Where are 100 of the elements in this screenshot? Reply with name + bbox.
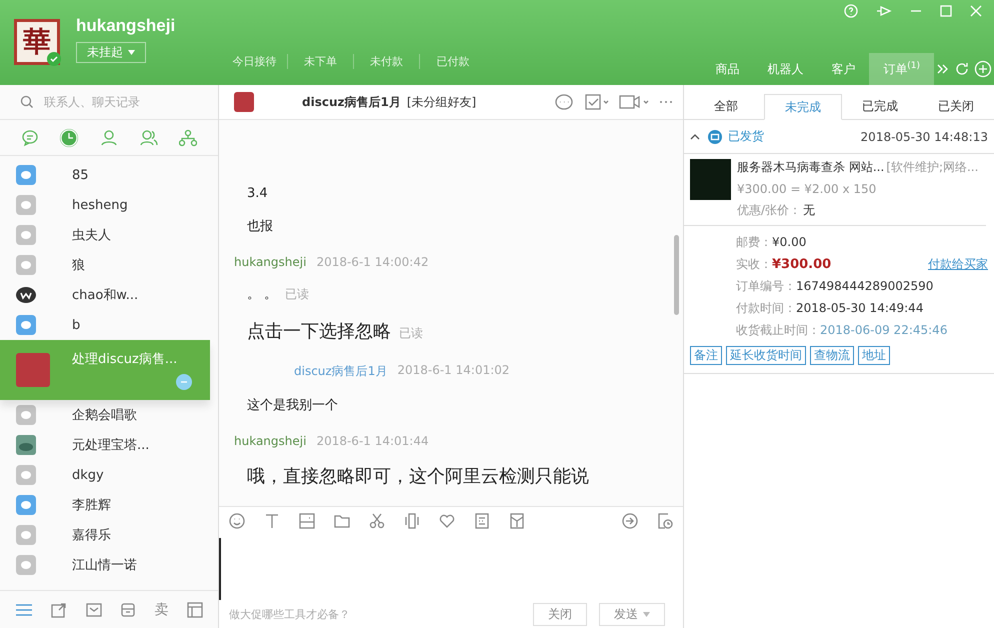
stat-label: 未下单 bbox=[304, 55, 337, 68]
contact-item[interactable]: 85 bbox=[0, 160, 218, 190]
contact-name: 元处理宝塔... bbox=[71, 437, 150, 454]
product-name[interactable]: 服务器木马病毒查杀 网站... bbox=[737, 159, 884, 176]
field-value: 无 bbox=[803, 202, 816, 219]
menu-icon[interactable] bbox=[15, 602, 34, 618]
chat-title: discuz病售后1月 bbox=[302, 94, 401, 110]
double-chevron-icon[interactable] bbox=[936, 63, 950, 75]
more-icon[interactable] bbox=[659, 100, 673, 104]
emoji-icon[interactable] bbox=[229, 512, 245, 528]
contact-name: 狼 bbox=[71, 257, 85, 274]
contact-item[interactable]: 企鹅会唱歌 bbox=[0, 400, 218, 430]
avatar-icon bbox=[16, 255, 36, 275]
username: hukangsheji bbox=[76, 16, 176, 36]
contact-name: 虫夫人 bbox=[71, 227, 111, 244]
contact-item[interactable]: 江山情一诺 bbox=[0, 550, 218, 580]
logo-character: 華 bbox=[23, 28, 51, 56]
heart-icon[interactable] bbox=[439, 512, 455, 528]
contact-name: hesheng bbox=[71, 198, 128, 212]
sender-name: discuz病售后1月 bbox=[294, 363, 388, 380]
image-icon[interactable] bbox=[299, 512, 315, 528]
clock-icon[interactable] bbox=[60, 128, 78, 146]
text-format-icon[interactable] bbox=[264, 512, 280, 528]
export-icon[interactable] bbox=[51, 602, 68, 618]
contact-item[interactable]: 元处理宝塔... bbox=[0, 430, 218, 460]
order-action-button[interactable]: 延长收货时间 bbox=[726, 346, 806, 365]
product-thumbnail bbox=[690, 159, 731, 200]
message-text: 这个是我别一个 bbox=[247, 397, 338, 414]
task-add-icon[interactable] bbox=[585, 93, 609, 111]
order-action-button[interactable]: 备注 bbox=[690, 346, 722, 365]
refresh-icon[interactable] bbox=[954, 61, 970, 77]
contact-name: 嘉得乐 bbox=[71, 527, 111, 544]
field-label: 邮费： bbox=[736, 234, 772, 251]
folder-icon[interactable] bbox=[334, 512, 350, 528]
contact-item[interactable]: dkgy bbox=[0, 460, 218, 490]
collapse-caret-icon[interactable] bbox=[690, 132, 700, 140]
sender-name: hukangsheji bbox=[234, 434, 306, 448]
avatar-icon bbox=[16, 555, 36, 575]
envelope-icon[interactable] bbox=[509, 512, 525, 528]
contact-name: 处理discuz病售... bbox=[71, 351, 178, 368]
search-field[interactable]: 联系人、聊天记录 bbox=[42, 94, 192, 110]
message-time: 2018-6-1 14:01:02 bbox=[397, 363, 510, 379]
sender-name: hukangsheji bbox=[234, 255, 306, 269]
contact-item[interactable]: hesheng bbox=[0, 190, 218, 220]
order-time: 2018-05-30 14:48:13 bbox=[860, 130, 988, 144]
contact-name: chao和w... bbox=[71, 287, 138, 304]
field-label: 实收： bbox=[736, 256, 772, 273]
video-icon[interactable] bbox=[619, 93, 649, 111]
order-tab[interactable]: 已关闭 bbox=[918, 94, 994, 119]
field-value: 2018-05-30 14:49:44 bbox=[796, 301, 924, 315]
scrollbar[interactable] bbox=[674, 235, 679, 315]
store-icon[interactable] bbox=[120, 602, 136, 618]
pay-buyer-link[interactable]: 付款给买家 bbox=[928, 256, 988, 273]
stat-label: 今日接待 bbox=[232, 55, 276, 68]
contact-item[interactable]: 李胜辉 bbox=[0, 490, 218, 520]
read-receipt: 已读 bbox=[399, 325, 423, 342]
scissors-icon[interactable] bbox=[369, 512, 385, 528]
calculator-icon[interactable] bbox=[474, 512, 490, 528]
order-tab[interactable]: 已完成 bbox=[842, 94, 918, 119]
person-icon[interactable] bbox=[100, 128, 118, 146]
layout-icon[interactable] bbox=[186, 602, 203, 618]
contact-item[interactable]: 嘉得乐 bbox=[0, 520, 218, 550]
hierarchy-icon[interactable] bbox=[179, 128, 198, 146]
chat-bubble-icon[interactable] bbox=[20, 128, 39, 146]
message-text: 也报 bbox=[247, 218, 273, 235]
contact-item[interactable]: b bbox=[0, 310, 218, 340]
contact-name: dkgy bbox=[71, 468, 104, 482]
contact-item[interactable]: 狼 bbox=[0, 250, 218, 280]
chat-bubble-icon[interactable] bbox=[555, 93, 575, 111]
maximize-icon[interactable] bbox=[940, 5, 952, 17]
contact-item[interactable]: chao和w... bbox=[0, 280, 218, 310]
message-text: 点击一下选择忽略 bbox=[247, 320, 391, 343]
read-receipt: 已读 bbox=[285, 286, 310, 303]
avatar-icon bbox=[16, 225, 36, 245]
people-icon[interactable] bbox=[140, 128, 158, 146]
message-badge-icon bbox=[176, 374, 192, 390]
order-action-button[interactable]: 查物流 bbox=[810, 346, 854, 365]
close-icon[interactable] bbox=[970, 5, 982, 17]
send-button[interactable]: 发送 bbox=[599, 602, 665, 626]
contact-name: 李胜辉 bbox=[71, 497, 111, 514]
forward-icon[interactable] bbox=[622, 512, 638, 528]
order-action-button[interactable]: 地址 bbox=[858, 346, 890, 365]
history-icon[interactable] bbox=[657, 512, 673, 528]
field-value: 167498444289002590 bbox=[796, 279, 934, 293]
contact-item[interactable]: 虫夫人 bbox=[0, 220, 218, 250]
close-button[interactable]: 关闭 bbox=[533, 602, 587, 626]
add-circle-icon[interactable] bbox=[974, 60, 992, 78]
mail-icon[interactable] bbox=[86, 602, 102, 618]
pin-icon[interactable] bbox=[876, 5, 892, 17]
field-value: 2018-06-09 22:45:46 bbox=[820, 323, 948, 337]
product-category: [软件维护;网络... bbox=[886, 159, 978, 176]
help-icon[interactable] bbox=[844, 4, 858, 18]
field-value: ¥300.00 bbox=[772, 257, 832, 272]
stat-label: 已付款 bbox=[436, 55, 470, 68]
shake-icon[interactable] bbox=[404, 512, 420, 528]
field-label: 付款时间： bbox=[736, 300, 796, 317]
order-tab[interactable]: 全部 bbox=[688, 94, 764, 119]
avatar-icon bbox=[16, 435, 36, 455]
order-tab[interactable]: 未完成 bbox=[764, 94, 842, 120]
field-label: 订单编号： bbox=[736, 278, 796, 295]
